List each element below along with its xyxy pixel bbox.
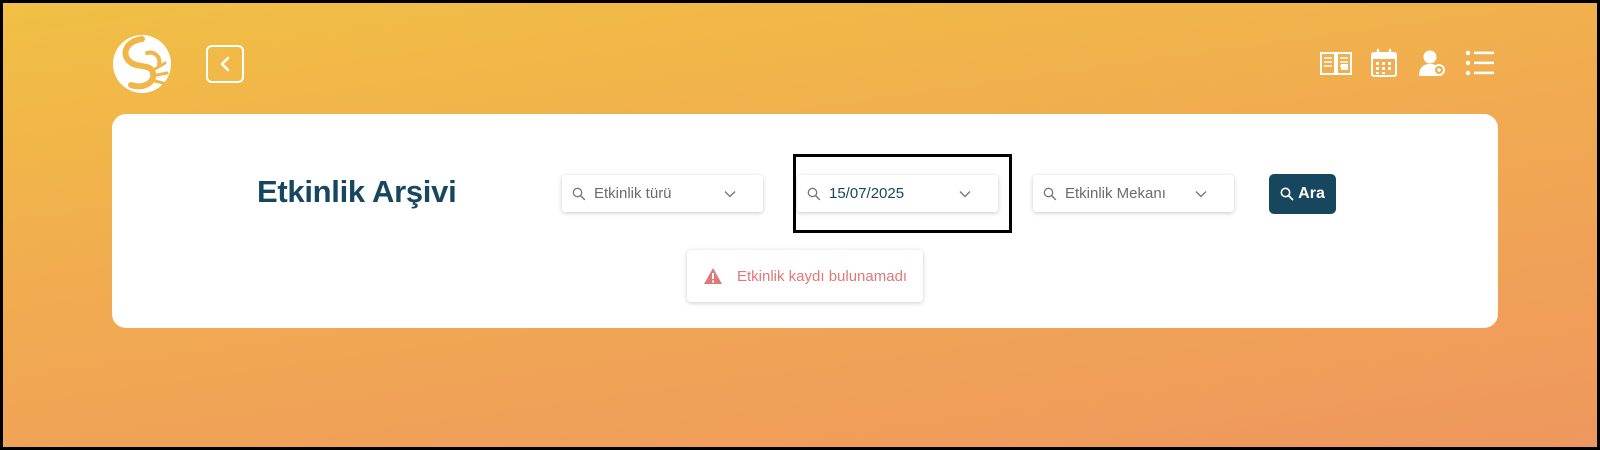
search-button[interactable]: Ara	[1269, 174, 1336, 214]
user-icon[interactable]	[1415, 47, 1449, 79]
search-icon	[807, 187, 821, 200]
page-title: Etkinlik Arşivi	[257, 174, 457, 209]
s-leaf-logo-icon[interactable]	[111, 33, 173, 95]
back-button[interactable]	[206, 45, 244, 83]
event-venue-select[interactable]: Etkinlik Mekanı	[1033, 175, 1234, 212]
page-background: Etkinlik Arşivi Etkinlik türü 15/07/2025	[0, 0, 1600, 450]
calendar-icon[interactable]	[1367, 47, 1401, 79]
warning-icon	[704, 268, 722, 284]
event-venue-placeholder: Etkinlik Mekanı	[1065, 185, 1166, 202]
chevron-down-icon	[1195, 190, 1207, 197]
search-icon	[1280, 187, 1294, 201]
menu-list-icon[interactable]	[1463, 47, 1497, 79]
alert-text: Etkinlik kaydı bulunamadı	[737, 267, 908, 285]
event-date-value: 15/07/2025	[829, 185, 905, 202]
chevron-left-icon	[220, 56, 230, 72]
header-toolbar	[1319, 47, 1497, 79]
chevron-down-icon	[959, 190, 971, 197]
archive-card: Etkinlik Arşivi Etkinlik türü 15/07/2025	[112, 114, 1498, 328]
event-date-select[interactable]: 15/07/2025	[797, 175, 998, 212]
book-icon[interactable]	[1319, 47, 1353, 79]
search-button-label: Ara	[1298, 185, 1325, 202]
search-icon	[572, 187, 586, 200]
chevron-down-icon	[724, 190, 736, 197]
event-type-select[interactable]: Etkinlik türü	[562, 175, 763, 212]
search-icon	[1043, 187, 1057, 200]
no-results-alert: Etkinlik kaydı bulunamadı	[687, 250, 923, 302]
event-type-placeholder: Etkinlik türü	[594, 185, 672, 202]
